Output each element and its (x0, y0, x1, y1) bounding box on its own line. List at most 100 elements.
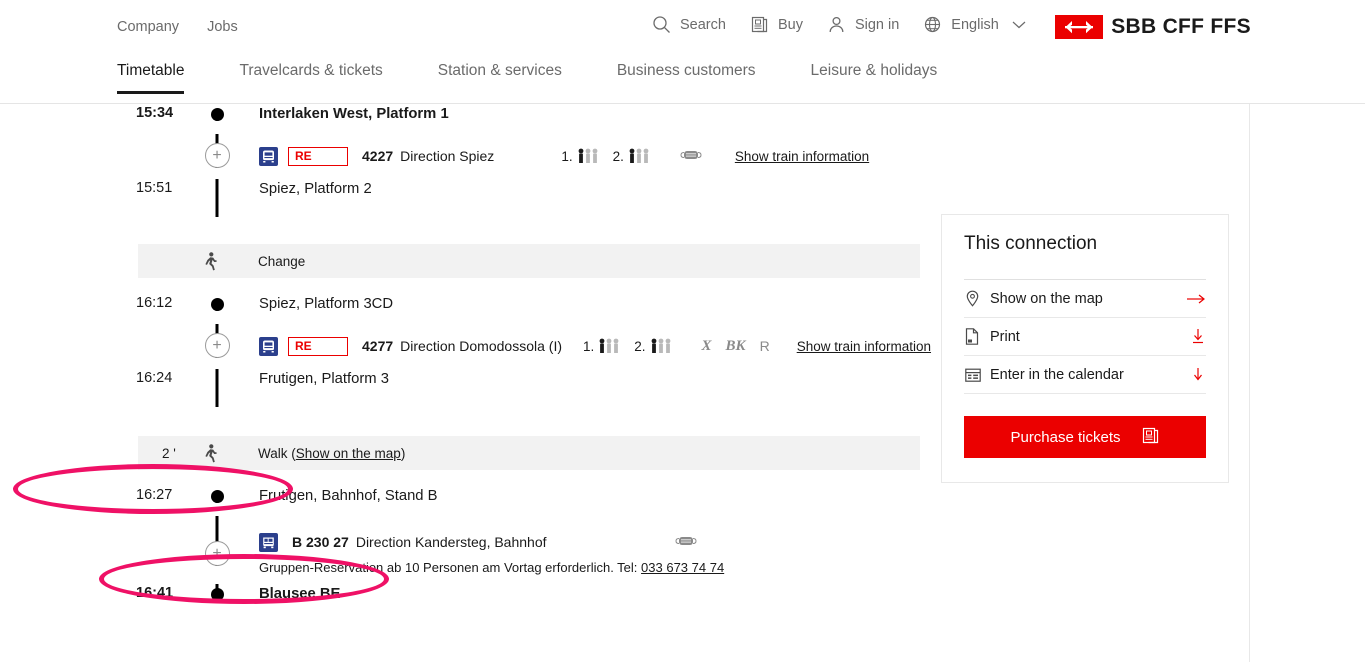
buy-button[interactable]: Buy (750, 15, 803, 34)
walk-label-end: ) (400, 445, 406, 461)
page-content: 15:34 Interlaken West, Platform 1 + RE 4… (0, 104, 1365, 662)
leg2-show-train-information-link[interactable]: Show train information (797, 339, 931, 354)
leg3-note-text: Gruppen-Reservation ab 10 Personen am Vo… (259, 560, 638, 575)
language-selector[interactable]: English (923, 15, 1026, 34)
leg1-service-row: + RE 4227 Direction Spiez 1. 2. Show tra… (117, 134, 937, 179)
purchase-tickets-button[interactable]: Purchase tickets (964, 416, 1206, 458)
service-icon-restaurant-x: X (701, 337, 712, 354)
walk-label-group: Walk (Show on the map) (225, 446, 405, 461)
walking-person-icon (195, 251, 225, 271)
leg1-occupancy: 1. 2. (561, 148, 654, 164)
face-mask-icon (680, 148, 702, 165)
leg3-note: Gruppen-Reservation ab 10 Personen am Vo… (259, 555, 937, 575)
expand-leg3-button[interactable]: + (204, 541, 230, 566)
user-icon (827, 15, 846, 34)
chevron-down-icon (1012, 20, 1026, 30)
occupancy-icon-second-class (650, 338, 676, 354)
leg3-departure-row: 16:27 Frutigen, Bahnhof, Stand B (117, 486, 937, 516)
leg1-departure-time: 15:34 (136, 105, 174, 121)
panel-title: This connection (964, 233, 1098, 254)
nav-leisure-holidays[interactable]: Leisure & holidays (811, 62, 938, 94)
change-row: Change (138, 244, 920, 278)
nav-station-services[interactable]: Station & services (438, 62, 562, 94)
leg2-arrival-row: 16:24 Frutigen, Platform 3 (117, 369, 937, 417)
bus-icon (259, 532, 278, 552)
header-corporate-links: Company Jobs (117, 18, 238, 36)
sign-in-label: Sign in (854, 16, 900, 33)
service-icon-reservation-r: R (759, 338, 770, 354)
leg3-arrival-stop: Blausee BE (259, 586, 341, 602)
leg2-train-number: 4277 (362, 338, 394, 354)
ticket-icon (750, 15, 769, 34)
leg1-departure-row: 15:34 Interlaken West, Platform 1 (117, 104, 937, 134)
occupancy-icon-first-class (598, 338, 624, 354)
leg1-departure-stop: Interlaken West, Platform 1 (259, 106, 449, 122)
sidebar-label-print: Print (990, 328, 1020, 345)
leg3-arrival-row: 16:41 Blausee BE (117, 584, 937, 614)
leg1-class1-label: 1. (561, 148, 573, 164)
nav-business-customers[interactable]: Business customers (617, 62, 756, 94)
sbb-logo-mark (1055, 15, 1104, 39)
link-company[interactable]: Company (117, 18, 179, 36)
document-icon (964, 327, 990, 346)
sidebar-label-enter-calendar: Enter in the calendar (990, 366, 1124, 383)
walk-label: Walk ( (258, 445, 296, 461)
occupancy-icon-second-class (628, 148, 654, 164)
leg1-arrival-stop: Spiez, Platform 2 (259, 181, 372, 197)
leg3-arrival-time: 16:41 (136, 585, 174, 601)
walk-duration: 2 ' (162, 445, 176, 461)
expand-leg2-button[interactable]: + (204, 333, 230, 358)
journey-detail: 15:34 Interlaken West, Platform 1 + RE 4… (117, 104, 937, 614)
occupancy-icon-first-class (577, 148, 603, 164)
arrow-right-icon (1184, 293, 1206, 305)
leg3-departure-time: 16:27 (136, 487, 173, 503)
calendar-icon (964, 366, 990, 384)
nav-timetable[interactable]: Timetable (117, 62, 185, 94)
ticket-icon (1141, 426, 1160, 449)
sidebar-item-enter-calendar[interactable]: Enter in the calendar (964, 356, 1206, 394)
expand-leg1-button[interactable]: + (204, 143, 230, 168)
leg2-arrival-time: 16:24 (136, 370, 173, 386)
language-label: English (951, 16, 999, 33)
search-icon (652, 15, 671, 34)
leg2-departure-stop: Spiez, Platform 3CD (259, 296, 394, 312)
sbb-logo-text: SBB CFF FFS (1111, 15, 1251, 38)
sidebar-item-show-on-map[interactable]: Show on the map (964, 280, 1206, 318)
service-icon-bk: BK (725, 337, 746, 354)
leg2-class1-label: 1. (583, 338, 595, 354)
sign-in-button[interactable]: Sign in (827, 15, 899, 34)
nav-travelcards-tickets[interactable]: Travelcards & tickets (239, 62, 382, 94)
timeline-rail (202, 584, 232, 601)
sidebar-item-print[interactable]: Print (964, 318, 1206, 356)
column-divider (1249, 104, 1250, 662)
link-jobs[interactable]: Jobs (207, 18, 238, 36)
header-meta-row: Company Jobs Search Buy Sign in English … (0, 0, 1365, 54)
leg1-arrival-time: 15:51 (136, 180, 173, 196)
search-button[interactable]: Search (652, 15, 726, 34)
sidebar-label-show-on-map: Show on the map (990, 290, 1103, 307)
globe-icon (923, 15, 942, 34)
search-label: Search (680, 16, 726, 33)
timeline-rail (202, 104, 232, 121)
walk-show-on-map-link[interactable]: Show on the map (296, 446, 401, 461)
leg3-line-number: B 230 27 (292, 534, 349, 550)
leg2-occupancy: 1. 2. (583, 338, 676, 354)
leg1-line-badge: RE (288, 146, 348, 166)
leg1-direction: Direction Spiez (400, 148, 495, 164)
leg3-note-phone-link[interactable]: 033 673 74 74 (641, 560, 724, 575)
leg2-line-badge: RE (288, 336, 348, 356)
header-service-nav: Search Buy Sign in English (652, 15, 1026, 34)
face-mask-icon (675, 534, 697, 551)
map-pin-icon (964, 289, 990, 308)
leg1-class2-label: 2. (612, 148, 624, 164)
leg2-service-row: + RE 4277 Direction Domodossola (I) 1. 2… (117, 324, 937, 369)
sbb-logo[interactable]: SBB CFF FFS (1055, 15, 1251, 39)
leg2-service-time-spacer (117, 324, 202, 325)
train-icon (259, 336, 278, 356)
leg1-show-train-information-link[interactable]: Show train information (735, 149, 869, 164)
walk-row: 2 ' Walk (Show on the map) (138, 436, 920, 470)
main-navigation: Timetable Travelcards & tickets Station … (117, 62, 992, 94)
download-icon (1184, 328, 1206, 345)
leg2-class2-label: 2. (634, 338, 646, 354)
leg3-direction: Direction Kandersteg, Bahnhof (355, 534, 547, 550)
